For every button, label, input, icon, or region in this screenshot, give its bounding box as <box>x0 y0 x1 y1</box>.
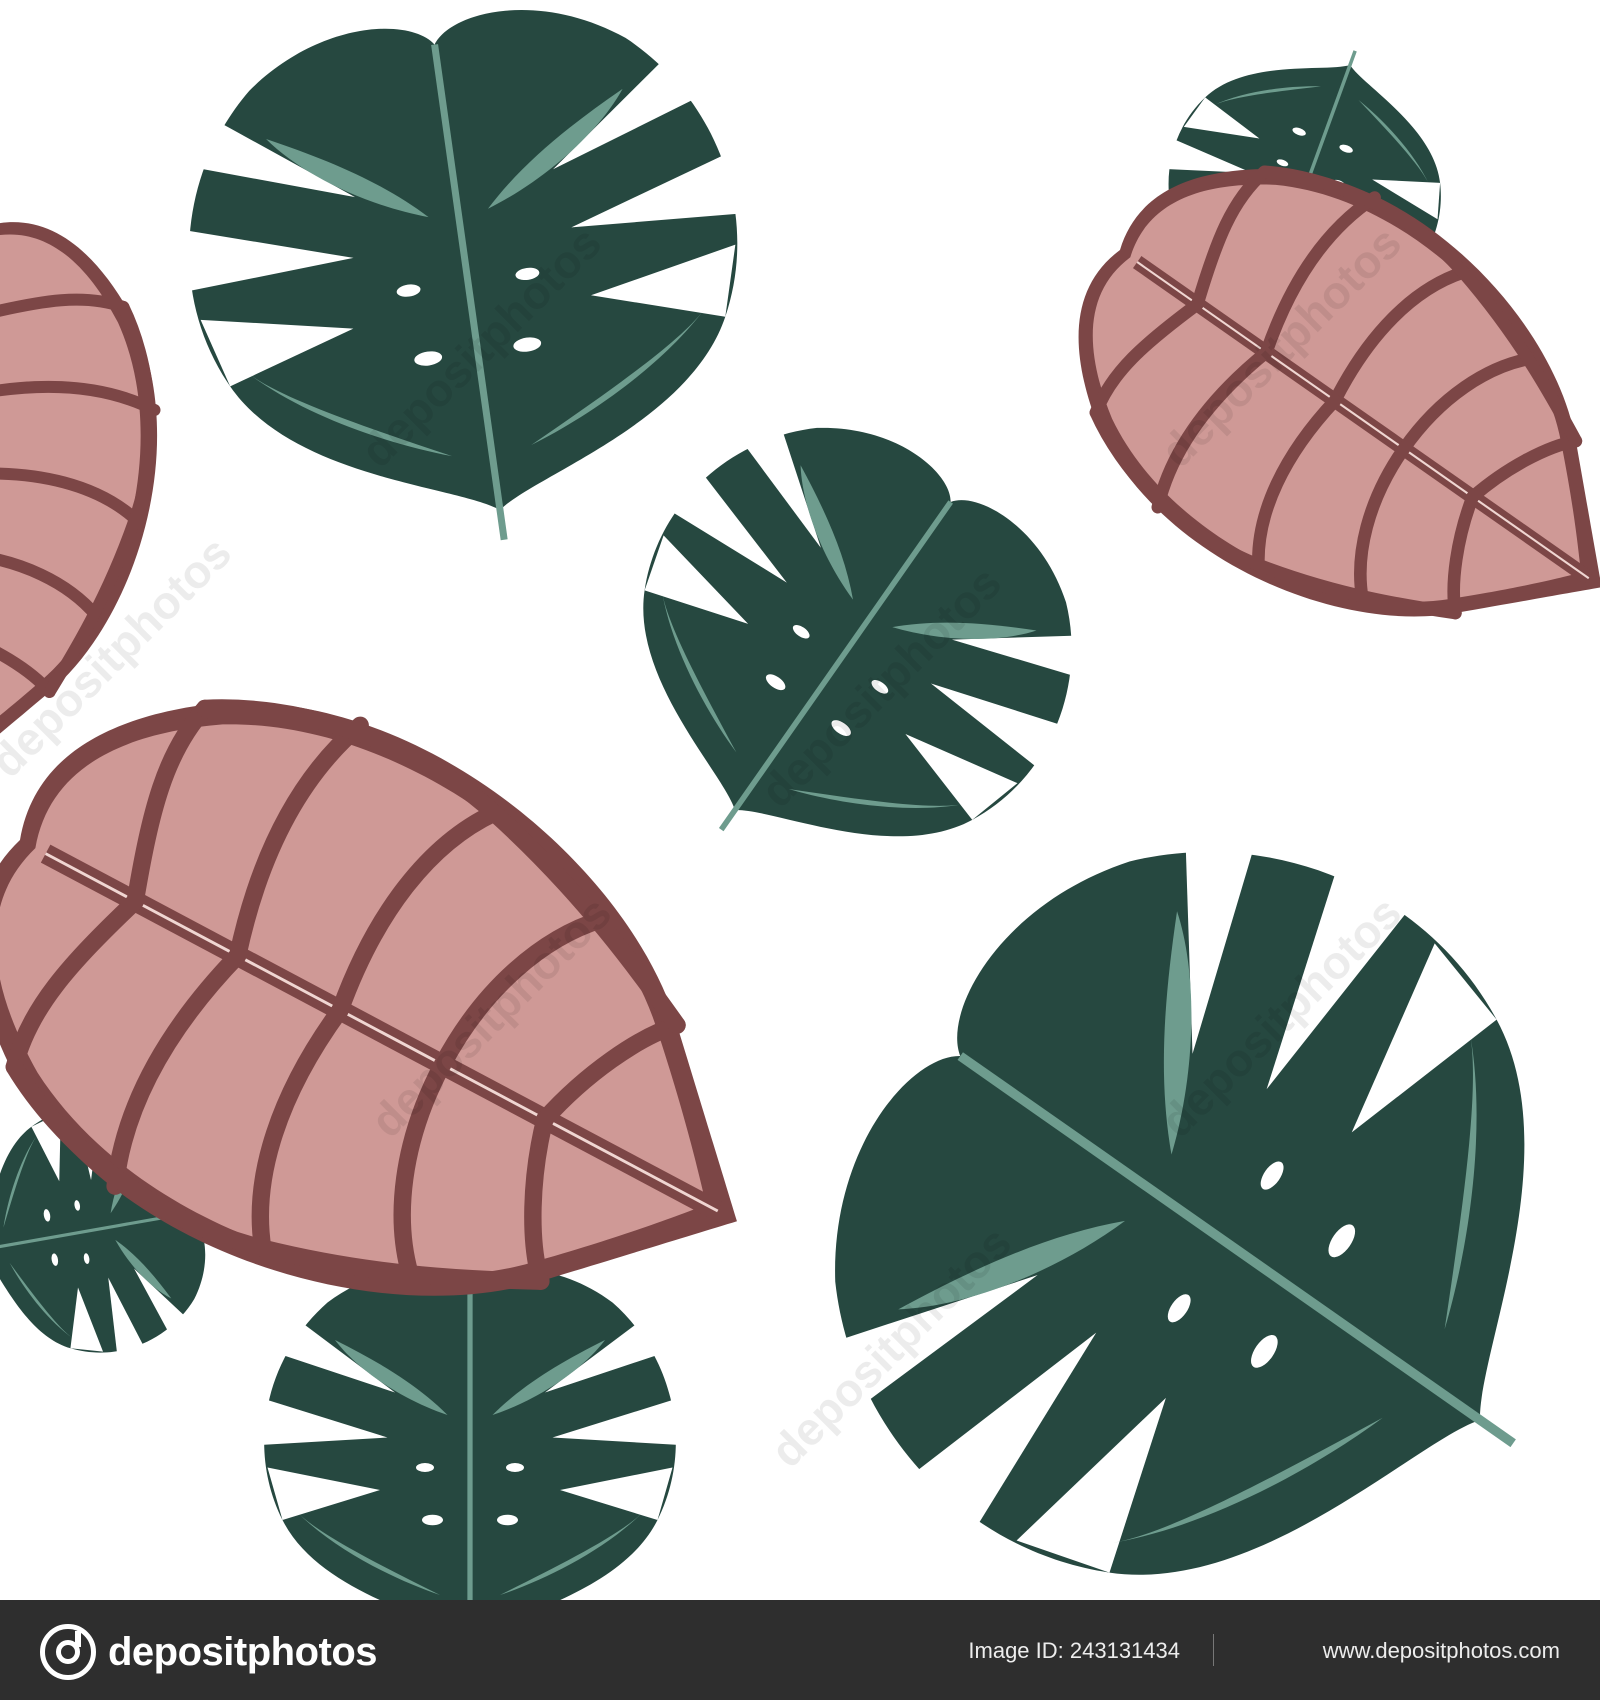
alocasia-leaf-right <box>1003 87 1600 748</box>
image-id: Image ID: 243131434 <box>968 1638 1180 1663</box>
monstera-leaf-bottom-right <box>717 728 1600 1600</box>
brand: depositphotos <box>40 1624 378 1680</box>
monstera-leaf-bottom-center <box>260 1270 680 1600</box>
depositphotos-logo-icon <box>40 1624 96 1680</box>
leaf-pattern-illustration: depositphotos depositphotos depositphoto… <box>0 0 1600 1600</box>
monstera-leaf-center <box>538 358 1145 958</box>
stock-footer-bar: depositphotos Image ID: 243131434 www.de… <box>0 1600 1600 1700</box>
footer-divider <box>1213 1634 1214 1666</box>
monstera-leaf-top <box>154 0 781 579</box>
brand-name: depositphotos <box>108 1629 378 1674</box>
website-link[interactable]: www.depositphotos.com <box>1323 1638 1560 1664</box>
